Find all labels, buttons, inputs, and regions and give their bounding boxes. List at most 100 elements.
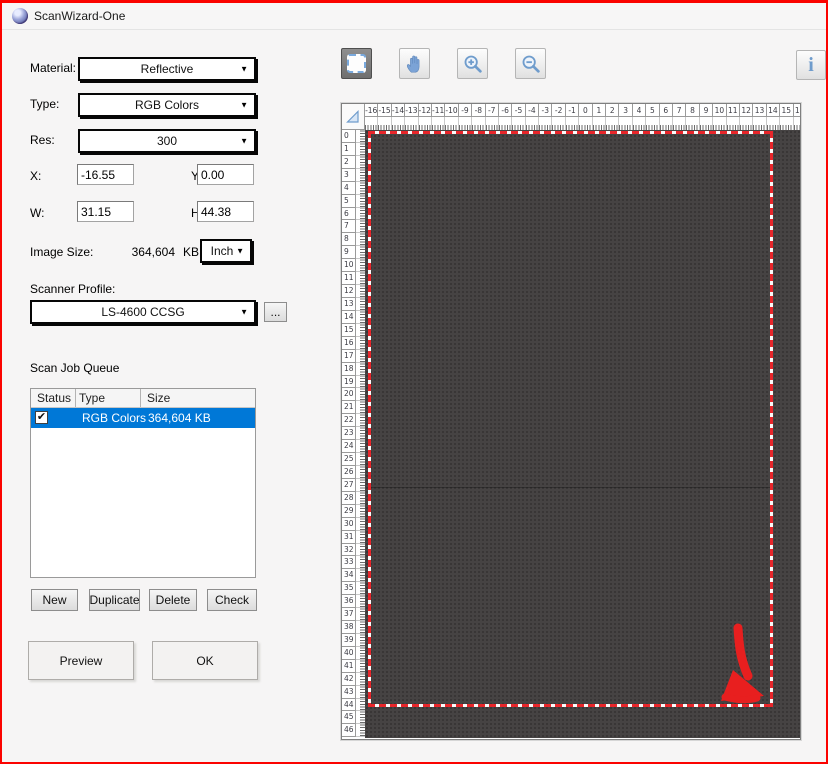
zoom-out-icon — [520, 53, 542, 75]
top-ruler-cell: -3 — [539, 104, 552, 130]
zoom-in-tool-button[interactable] — [457, 48, 488, 79]
type-dropdown[interactable]: RGB Colors ▼ — [78, 93, 256, 117]
zoom-out-tool-button[interactable] — [515, 48, 546, 79]
left-ruler-cell: 36 — [342, 595, 365, 608]
column-header-type[interactable]: Type — [76, 389, 141, 407]
marquee-select-tool-button[interactable] — [341, 48, 372, 79]
left-ruler: 0123456789101112131415161718192021222324… — [342, 130, 365, 738]
top-ruler-cell: 6 — [660, 104, 673, 130]
left-ruler-cell: 39 — [342, 634, 365, 647]
duplicate-button[interactable]: Duplicate — [89, 589, 140, 611]
top-ruler-cell: -12 — [419, 104, 432, 130]
chevron-down-icon: ▼ — [236, 247, 244, 256]
top-ruler-cell: 13 — [753, 104, 766, 130]
left-ruler-cell: 0 — [342, 130, 365, 143]
check-button[interactable]: Check — [207, 589, 257, 611]
left-ruler-cell: 19 — [342, 376, 365, 389]
job-size: 364,604 KB — [148, 411, 211, 425]
top-ruler-cell: -5 — [512, 104, 525, 130]
top-ruler-cell: 1 — [593, 104, 606, 130]
scan-canvas[interactable] — [365, 130, 800, 738]
ok-button[interactable]: OK — [152, 641, 258, 680]
chevron-down-icon: ▼ — [240, 137, 248, 146]
left-ruler-cell: 30 — [342, 518, 365, 531]
left-ruler-cell: 20 — [342, 388, 365, 401]
top-ruler-cell: -2 — [552, 104, 565, 130]
left-ruler-cell: 25 — [342, 453, 365, 466]
left-ruler-cell: 44 — [342, 699, 365, 712]
new-button[interactable]: New — [31, 589, 78, 611]
top-ruler-cell: -9 — [459, 104, 472, 130]
w-input[interactable] — [77, 201, 134, 222]
scanner-profile-label: Scanner Profile: — [30, 282, 115, 296]
top-ruler-cell: 7 — [673, 104, 686, 130]
left-ruler-cell: 24 — [342, 440, 365, 453]
top-ruler-cell: 4 — [633, 104, 646, 130]
info-button[interactable]: i — [796, 50, 826, 80]
res-dropdown[interactable]: 300 ▼ — [78, 129, 256, 153]
top-ruler-cell: 16 — [794, 104, 801, 130]
queue-body: ✔ RGB Colors364,604 KB — [31, 408, 255, 428]
ruler-corner — [342, 104, 365, 130]
type-label: Type: — [30, 97, 59, 111]
column-header-status[interactable]: Status — [31, 389, 76, 407]
unit-value: Inch — [211, 244, 234, 258]
left-ruler-cell: 31 — [342, 531, 365, 544]
top-ruler-cell: -16 — [365, 104, 378, 130]
column-header-size[interactable]: Size — [141, 389, 255, 407]
scan-job-queue-table: Status Type Size ✔ RGB Colors364,604 KB — [30, 388, 256, 578]
left-ruler-cell: 23 — [342, 427, 365, 440]
left-ruler-cell: 13 — [342, 298, 365, 311]
queue-row[interactable]: ✔ RGB Colors364,604 KB — [31, 408, 255, 428]
res-value: 300 — [157, 134, 177, 148]
top-ruler-cell: 15 — [780, 104, 793, 130]
x-input[interactable] — [77, 164, 134, 185]
material-value: Reflective — [141, 62, 194, 76]
type-value: RGB Colors — [135, 98, 199, 112]
unit-dropdown[interactable]: Inch ▼ — [200, 239, 252, 263]
top-ruler-cell: -11 — [432, 104, 445, 130]
top-ruler-cell: -13 — [405, 104, 418, 130]
top-ruler-cell: 2 — [606, 104, 619, 130]
top-ruler-cell: 9 — [700, 104, 713, 130]
top-ruler-cell: 10 — [713, 104, 726, 130]
left-ruler-cell: 42 — [342, 673, 365, 686]
left-ruler-cell: 18 — [342, 363, 365, 376]
res-label: Res: — [30, 133, 55, 147]
w-label: W: — [30, 206, 44, 220]
top-ruler-cell: -10 — [445, 104, 458, 130]
scanner-profile-dropdown[interactable]: LS-4600 CCSG ▼ — [30, 300, 256, 324]
delete-button[interactable]: Delete — [149, 589, 197, 611]
top-ruler-cell: 3 — [619, 104, 632, 130]
app-globe-icon — [12, 8, 28, 24]
left-ruler-cell: 40 — [342, 647, 365, 660]
preview-area: -16-15-14-13-12-11-10-9-8-7-6-5-4-3-2-10… — [341, 103, 801, 740]
x-label: X: — [30, 169, 41, 183]
zoom-in-icon — [462, 53, 484, 75]
preview-button[interactable]: Preview — [28, 641, 134, 680]
y-input[interactable] — [197, 164, 254, 185]
left-ruler-cell: 8 — [342, 233, 365, 246]
job-type: RGB Colors — [82, 411, 146, 425]
left-ruler-cell: 41 — [342, 660, 365, 673]
left-ruler-cell: 2 — [342, 156, 365, 169]
browse-profile-button[interactable]: ... — [264, 302, 287, 322]
left-ruler-cell: 10 — [342, 259, 365, 272]
left-ruler-cell: 28 — [342, 492, 365, 505]
info-icon: i — [808, 54, 814, 77]
scanner-profile-value: LS-4600 CCSG — [101, 305, 184, 319]
top-ruler-cell: -8 — [472, 104, 485, 130]
top-ruler-cell: -14 — [392, 104, 405, 130]
left-ruler-cell: 27 — [342, 479, 365, 492]
h-input[interactable] — [197, 201, 254, 222]
marquee-select-icon — [347, 54, 366, 73]
left-ruler-cell: 22 — [342, 414, 365, 427]
job-status-checkbox[interactable]: ✔ — [35, 411, 48, 424]
material-label: Material: — [30, 61, 76, 75]
left-ruler-cell: 14 — [342, 311, 365, 324]
left-ruler-cell: 37 — [342, 608, 365, 621]
hand-pan-tool-button[interactable] — [399, 48, 430, 79]
left-ruler-cell: 12 — [342, 285, 365, 298]
scan-job-queue-label: Scan Job Queue — [30, 361, 119, 375]
material-dropdown[interactable]: Reflective ▼ — [78, 57, 256, 81]
